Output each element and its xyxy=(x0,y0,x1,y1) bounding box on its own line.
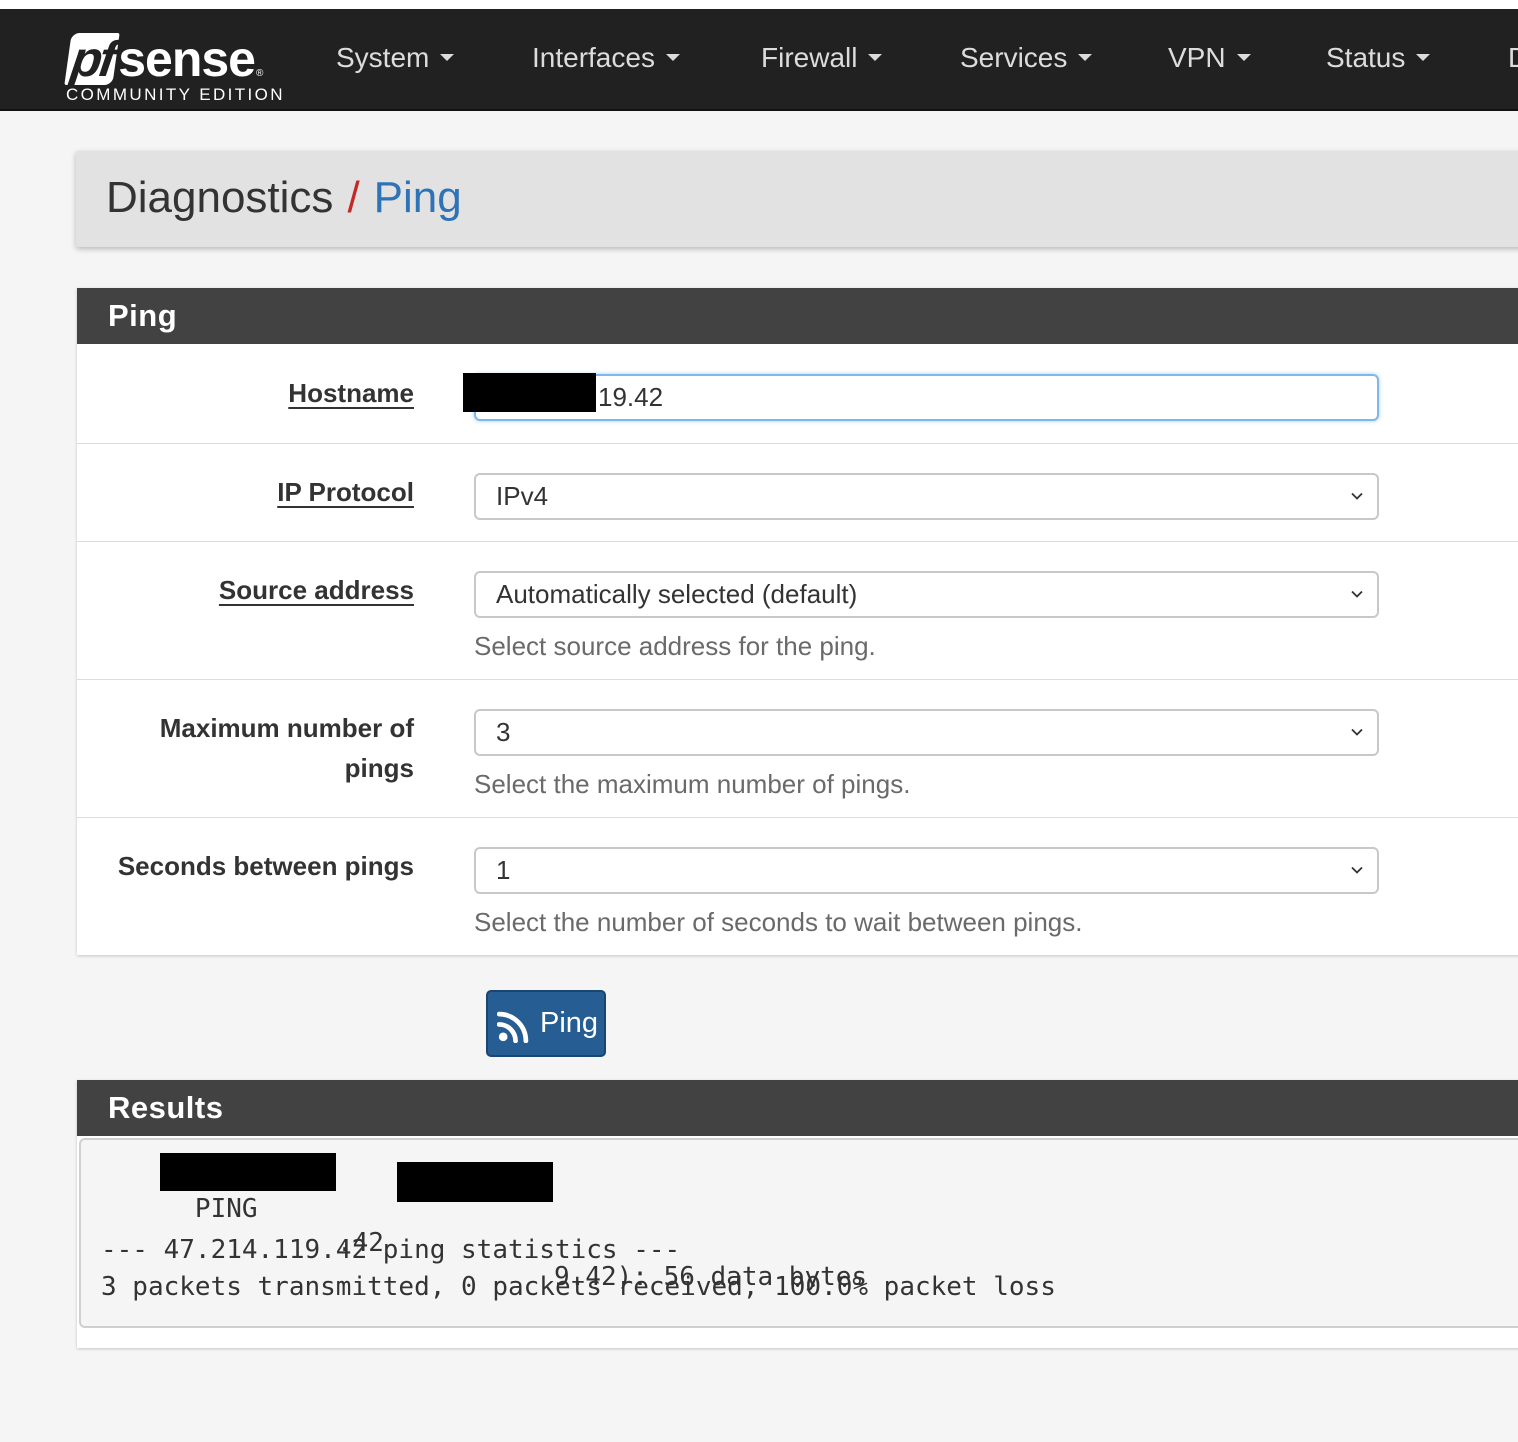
navbar: pf sense ® COMMUNITY EDITION System Inte… xyxy=(0,9,1518,111)
pfsense-logo[interactable]: pf sense ® COMMUNITY EDITION xyxy=(64,21,283,104)
redaction-bar xyxy=(160,1153,336,1191)
caret-down-icon xyxy=(868,54,883,62)
nav-menu-diagnostics[interactable]: D xyxy=(1508,9,1518,107)
panel-title: Results xyxy=(77,1080,1518,1136)
logo-edition: COMMUNITY EDITION xyxy=(66,85,285,104)
chevron-down-icon xyxy=(1351,866,1363,874)
nav-menu-interfaces[interactable]: Interfaces xyxy=(532,9,680,107)
nav-menu-label: Firewall xyxy=(761,42,858,73)
ping-button[interactable]: Ping xyxy=(486,990,606,1057)
result-line-1-prefix: PING xyxy=(194,1194,258,1224)
max-pings-row: Maximum number of pings 3 Select the max… xyxy=(77,679,1518,817)
nav-menu-services[interactable]: Services xyxy=(960,9,1093,107)
breadcrumb-separator: / xyxy=(347,173,360,222)
breadcrumb-root[interactable]: Diagnostics xyxy=(106,173,333,222)
breadcrumb: Diagnostics / Ping xyxy=(76,151,1518,247)
source-address-value: Automatically selected (default) xyxy=(496,579,858,609)
panel-title: Ping xyxy=(77,288,1518,344)
caret-down-icon xyxy=(1416,54,1431,62)
source-address-select[interactable]: Automatically selected (default) xyxy=(474,571,1379,618)
nav-menu-vpn[interactable]: VPN xyxy=(1168,9,1251,107)
caret-down-icon xyxy=(440,54,455,62)
chevron-down-icon xyxy=(1351,492,1363,500)
source-address-row: Source address Automatically selected (d… xyxy=(77,541,1518,679)
result-line-3: 3 packets transmitted, 0 packets receive… xyxy=(101,1272,1056,1302)
source-address-help: Select source address for the ping. xyxy=(474,631,876,661)
ip-protocol-label[interactable]: IP Protocol xyxy=(277,472,414,512)
result-line-2: --- 47.214.119.42 ping statistics --- xyxy=(101,1235,681,1265)
results-output: PING .42 9.42): 56 data bytes --- 47.214… xyxy=(79,1138,1518,1328)
source-address-label[interactable]: Source address xyxy=(219,570,414,610)
ip-protocol-row: IP Protocol IPv4 xyxy=(77,443,1518,541)
nav-menu-status[interactable]: Status xyxy=(1326,9,1431,107)
nav-menu-label: System xyxy=(336,42,430,73)
seconds-between-label: Seconds between pings xyxy=(117,851,414,881)
seconds-between-help: Select the number of seconds to wait bet… xyxy=(474,907,1083,937)
max-pings-value: 3 xyxy=(496,717,511,747)
nav-menu-system[interactable]: System xyxy=(336,9,455,107)
ip-protocol-select[interactable]: IPv4 xyxy=(474,473,1379,520)
max-pings-label-line1: Maximum number of xyxy=(159,713,414,743)
breadcrumb-current[interactable]: Ping xyxy=(374,173,462,222)
logo-pf: pf xyxy=(64,31,120,87)
redaction-bar xyxy=(463,373,596,412)
nav-menu-firewall[interactable]: Firewall xyxy=(761,9,883,107)
hostname-label[interactable]: Hostname xyxy=(288,373,414,413)
hostname-row: Hostname 19.42 xyxy=(77,344,1518,443)
chevron-down-icon xyxy=(1351,728,1363,736)
max-pings-label-line2: pings xyxy=(344,753,414,783)
nav-menu-label: D xyxy=(1508,42,1518,73)
max-pings-select[interactable]: 3 xyxy=(474,709,1379,756)
rss-icon xyxy=(497,1011,529,1043)
seconds-between-value: 1 xyxy=(496,855,511,885)
ip-protocol-value: IPv4 xyxy=(496,481,549,511)
logo-wordmark: pf sense ® xyxy=(64,27,264,87)
hostname-input[interactable]: 19.42 xyxy=(474,374,1379,421)
caret-down-icon xyxy=(1078,54,1093,62)
caret-down-icon xyxy=(1236,54,1251,62)
nav-menu-label: VPN xyxy=(1168,42,1226,73)
chevron-down-icon xyxy=(1351,590,1363,598)
logo-sense: sense xyxy=(118,31,256,87)
redaction-bar xyxy=(397,1162,553,1202)
top-edge xyxy=(0,0,1518,9)
results-panel: Results PING .42 9.42): 56 data bytes --… xyxy=(77,1080,1518,1348)
caret-down-icon xyxy=(665,54,680,62)
seconds-between-row: Seconds between pings 1 Select the numbe… xyxy=(77,817,1518,955)
page-title: Diagnostics / Ping xyxy=(106,173,462,223)
nav-menu-label: Interfaces xyxy=(532,42,655,73)
nav-menu-label: Services xyxy=(960,42,1068,73)
max-pings-help: Select the maximum number of pings. xyxy=(474,769,911,799)
ping-button-label: Ping xyxy=(540,1007,599,1039)
ping-panel: Ping Hostname 19.42 IP Protocol IPv4 Sou… xyxy=(77,288,1518,955)
nav-menu-label: Status xyxy=(1326,42,1406,73)
logo-trademark: ® xyxy=(255,68,264,79)
hostname-value: 19.42 xyxy=(598,382,664,412)
seconds-between-select[interactable]: 1 xyxy=(474,847,1379,894)
